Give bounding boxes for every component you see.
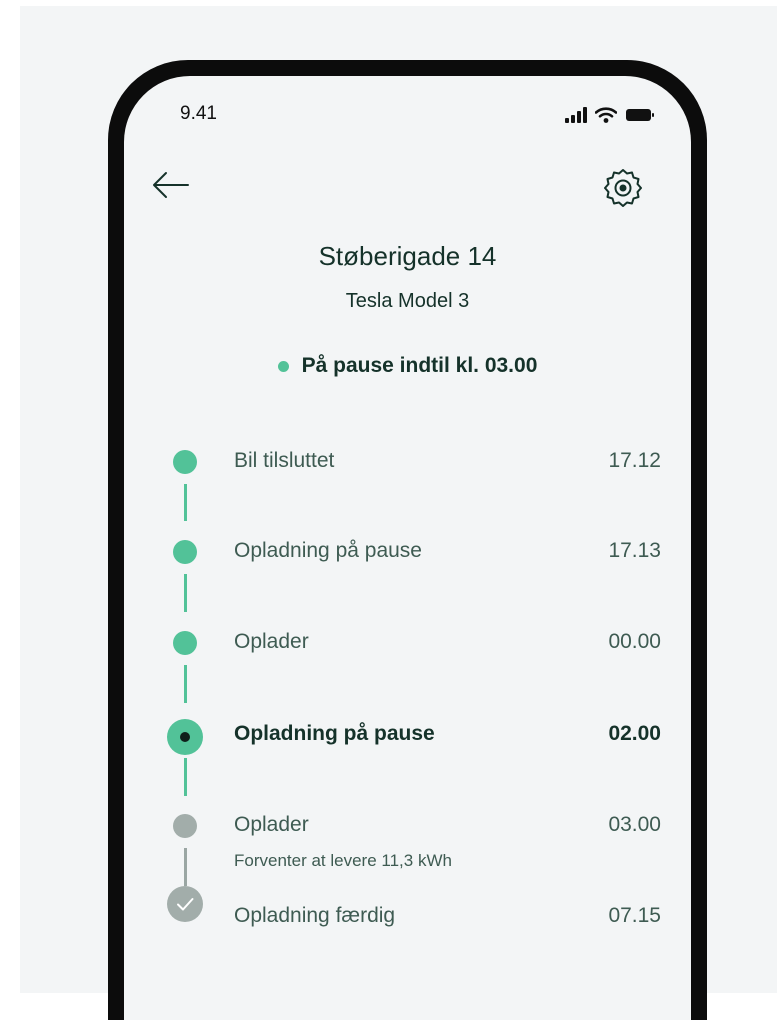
upcoming-step-icon: [173, 814, 197, 838]
timeline-item-time: 03.00: [608, 813, 661, 836]
timeline-connector: [184, 665, 187, 703]
completed-step-icon: [173, 450, 197, 474]
vehicle-name: Tesla Model 3: [345, 290, 470, 312]
timeline-connector: [184, 574, 187, 612]
timeline-connector: [184, 484, 187, 521]
timeline-item-label: Bil tilsluttet: [234, 449, 335, 472]
timeline-item-note: Forventer at levere 11,3 kWh: [234, 851, 452, 870]
timeline-connector: [184, 758, 187, 796]
charge-status: På pause indtil kl. 03.00: [124, 354, 691, 378]
timeline-item-label: Opladning på pause: [234, 722, 435, 745]
wifi-icon: [595, 107, 617, 123]
check-icon: [167, 886, 203, 922]
back-button[interactable]: [150, 168, 192, 202]
current-step-icon: [167, 719, 203, 755]
timeline-item-label: Oplader: [234, 630, 309, 653]
phone-frame: 9.41 Støberigade 14 Tesla Model 3 På pau…: [108, 60, 707, 1020]
battery-icon: [626, 109, 654, 121]
status-dot-icon: [277, 360, 289, 372]
timeline-item-time: 02.00: [608, 722, 661, 745]
app-screen: 9.41 Støberigade 14 Tesla Model 3 På pau…: [124, 76, 691, 1020]
timeline-item-label: Oplader: [234, 813, 309, 836]
arrow-left-icon: [153, 172, 189, 198]
timeline-item-label: Opladning på pause: [234, 539, 422, 562]
settings-button[interactable]: [601, 166, 645, 210]
completed-step-icon: [173, 631, 197, 655]
status-icons: [565, 104, 655, 126]
status-time: 9.41: [180, 103, 217, 124]
current-step-center: [180, 732, 190, 742]
timeline-item-time: 17.12: [608, 449, 661, 472]
timeline-item-time: 07.15: [608, 904, 661, 927]
timeline-item-time: 17.13: [608, 539, 661, 562]
timeline-connector: [184, 848, 187, 886]
timeline-item-label: Opladning færdig: [234, 904, 396, 927]
completed-step-icon: [173, 540, 197, 564]
signal-icon: [565, 107, 587, 123]
gear-icon: [604, 169, 642, 207]
charge-status-text: På pause indtil kl. 03.00: [301, 354, 538, 377]
timeline-item-time: 00.00: [608, 630, 661, 653]
page-title: Støberigade 14: [318, 241, 497, 271]
